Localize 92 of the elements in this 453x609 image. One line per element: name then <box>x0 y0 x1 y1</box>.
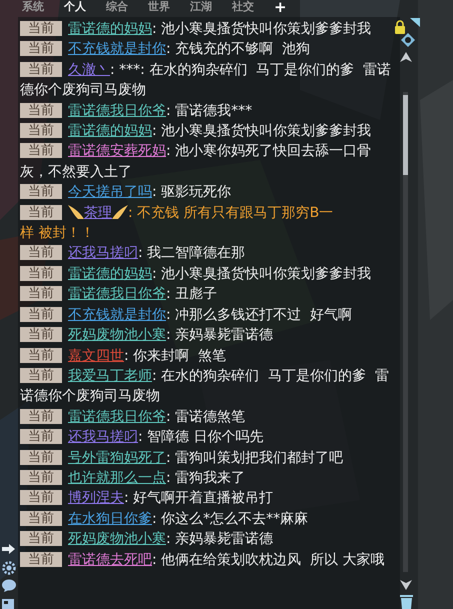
channel-tag[interactable]: 当前 <box>20 429 62 444</box>
channel-tag[interactable]: 当前 <box>20 245 62 260</box>
add-tab-button[interactable]: + <box>274 0 287 14</box>
player-name-link[interactable]: 在水狗日你爹 <box>68 510 152 527</box>
message-text: : 驱影玩死你 <box>152 184 232 200</box>
channel-tag[interactable]: 当前 <box>20 21 62 36</box>
message-text: : 雷狗我来了 <box>166 470 246 486</box>
message-text: : 丑彪子 <box>166 286 218 302</box>
channel-tag[interactable]: 当前 <box>20 327 62 342</box>
channel-tag[interactable]: 当前 <box>20 266 62 281</box>
channel-tag[interactable]: 当前 <box>20 306 62 322</box>
message-text: 灰，不然要入土了 <box>20 162 133 182</box>
message-text: 德你个废狗司马废物 <box>20 81 147 100</box>
message-text: : 他俩在给策划吹枕边风 所以 大家哦 <box>152 552 385 568</box>
channel-tag[interactable]: 当前 <box>20 531 62 546</box>
player-name-link[interactable]: 雷诺德我日你爷 <box>68 286 166 302</box>
chat-tab[interactable]: 个人 <box>64 0 86 14</box>
player-name-link[interactable]: 还我马搓叼 <box>68 429 138 446</box>
message-text: : 池小寒臭搔货快叫你策划爹爹封我 <box>152 123 372 140</box>
player-name-link[interactable]: 今天搓吊了吗 <box>68 184 152 200</box>
diamond-icon[interactable] <box>401 33 415 47</box>
player-name-link[interactable]: 茶理 <box>84 204 112 221</box>
message-text: : 你这么*怎么不去**麻麻 <box>152 510 308 527</box>
player-name-link[interactable]: 雷诺德去死吧 <box>68 552 152 568</box>
message-text: : ***: 在水的狗杂碎们 马丁是你们的爹 雷诺 <box>110 62 392 78</box>
message-text: : 池小寒臭搔货快叫你策划爹爹封我 <box>152 21 372 37</box>
settings-icon[interactable] <box>2 561 16 575</box>
message-text: : 冲那么多钱还打不过 好气啊 <box>166 306 352 323</box>
message-text: : 池小寒臭搔货快叫你策划爹爹封我 <box>152 266 372 282</box>
player-name-link[interactable]: 久澈丶 <box>68 62 110 78</box>
lock-icon[interactable] <box>394 20 406 34</box>
message-text: : 好气啊开着直播被吊打 <box>124 490 274 506</box>
player-name-link[interactable]: 雷诺德我日你爷 <box>68 408 166 425</box>
channel-tag[interactable]: 当前 <box>20 286 62 302</box>
message-text: : 在水的狗杂碎们 马丁是你们的爹 雷 <box>152 368 389 384</box>
chat-tab[interactable]: 系统 <box>22 0 44 14</box>
chat-tab[interactable]: 世界 <box>148 0 170 14</box>
message-text: : 你来封啊 煞笔 <box>124 348 226 364</box>
message-text: : 我二智障德在那 <box>138 245 246 262</box>
message-text: : 不充钱 所有只有跟马丁那穷B一 <box>128 204 334 221</box>
player-name-link[interactable]: 也许就那么一点 <box>68 470 166 486</box>
scroll-down-icon[interactable] <box>400 578 412 590</box>
scrollbar-thumb[interactable] <box>403 95 408 175</box>
channel-tag[interactable]: 当前 <box>20 408 62 424</box>
chat-tab[interactable]: 江湖 <box>190 0 212 14</box>
player-name-link[interactable]: 号外雷狗妈死了 <box>68 450 166 466</box>
player-name-link[interactable]: 博列涅夫 <box>68 490 124 506</box>
message-text: : 亲妈暴毙雷诺德 <box>166 531 274 548</box>
channel-tag[interactable]: 当前 <box>20 552 62 567</box>
player-name-link[interactable]: 嘉文四世 <box>68 348 124 364</box>
message-text: : 雷诺德我*** <box>166 102 252 119</box>
corner-arrow-icon[interactable] <box>410 18 420 27</box>
channel-tag[interactable]: 当前 <box>20 204 62 220</box>
channel-tag[interactable]: 当前 <box>20 470 62 485</box>
channel-tag[interactable]: 当前 <box>20 368 62 383</box>
channel-tag[interactable]: 当前 <box>20 123 62 138</box>
message-text: 诺德你个废狗司马废物 <box>20 387 161 406</box>
channel-tag[interactable]: 当前 <box>20 102 62 118</box>
player-name-link[interactable]: 雷诺德我日你爷 <box>68 102 166 119</box>
message-text: 样 被封！！ <box>20 224 96 244</box>
channel-tag[interactable]: 当前 <box>20 490 62 506</box>
player-name-link[interactable]: 不充钱就是封你 <box>68 306 166 323</box>
window-icon[interactable] <box>2 599 14 609</box>
channel-tag[interactable]: 当前 <box>20 348 62 362</box>
channel-tag[interactable]: 当前 <box>20 41 62 56</box>
message-text: : 雷诺德煞笔 <box>166 408 246 425</box>
message-text: : 池小寒你妈死了快回去舔一口骨 <box>166 143 372 160</box>
channel-tag[interactable]: 当前 <box>20 62 62 77</box>
chat-tab[interactable]: 社交 <box>232 0 254 14</box>
player-name-link[interactable]: 雷诺德的妈妈 <box>68 266 152 282</box>
message-text: : 雷狗叫策划把我们都封了吧 <box>166 450 344 466</box>
player-name-link[interactable]: 我爱马丁老师 <box>68 368 152 384</box>
message-text: : 充钱充的不够啊 池狗 <box>166 41 310 58</box>
player-name-link[interactable]: 雷诺德的妈妈 <box>68 21 152 37</box>
chat-bubble-icon[interactable] <box>2 579 18 592</box>
channel-tag[interactable]: 当前 <box>20 510 62 526</box>
channel-tag[interactable]: 当前 <box>20 184 62 200</box>
player-name-link[interactable]: 雷诺德的妈妈 <box>68 123 152 140</box>
chat-tab[interactable]: 综合 <box>106 0 128 14</box>
wing-icon <box>112 204 128 219</box>
player-name-link[interactable]: 不充钱就是封你 <box>68 41 166 58</box>
channel-tag[interactable]: 当前 <box>20 450 62 465</box>
wing-icon <box>68 204 84 219</box>
channel-tag[interactable]: 当前 <box>20 143 62 158</box>
arrow-right-icon[interactable] <box>2 544 15 554</box>
message-text: : 智障德 日你个吗先 <box>138 429 264 446</box>
player-name-link[interactable]: 还我马搓叼 <box>68 245 138 262</box>
player-name-link[interactable]: 雷诺德安葬死妈 <box>68 143 166 160</box>
player-name-link[interactable]: 死妈废物池小寒 <box>68 327 166 344</box>
message-text: : 亲妈暴毙雷诺德 <box>166 327 274 344</box>
trash-icon[interactable] <box>400 594 413 609</box>
player-name-link[interactable]: 死妈废物池小寒 <box>68 531 166 548</box>
